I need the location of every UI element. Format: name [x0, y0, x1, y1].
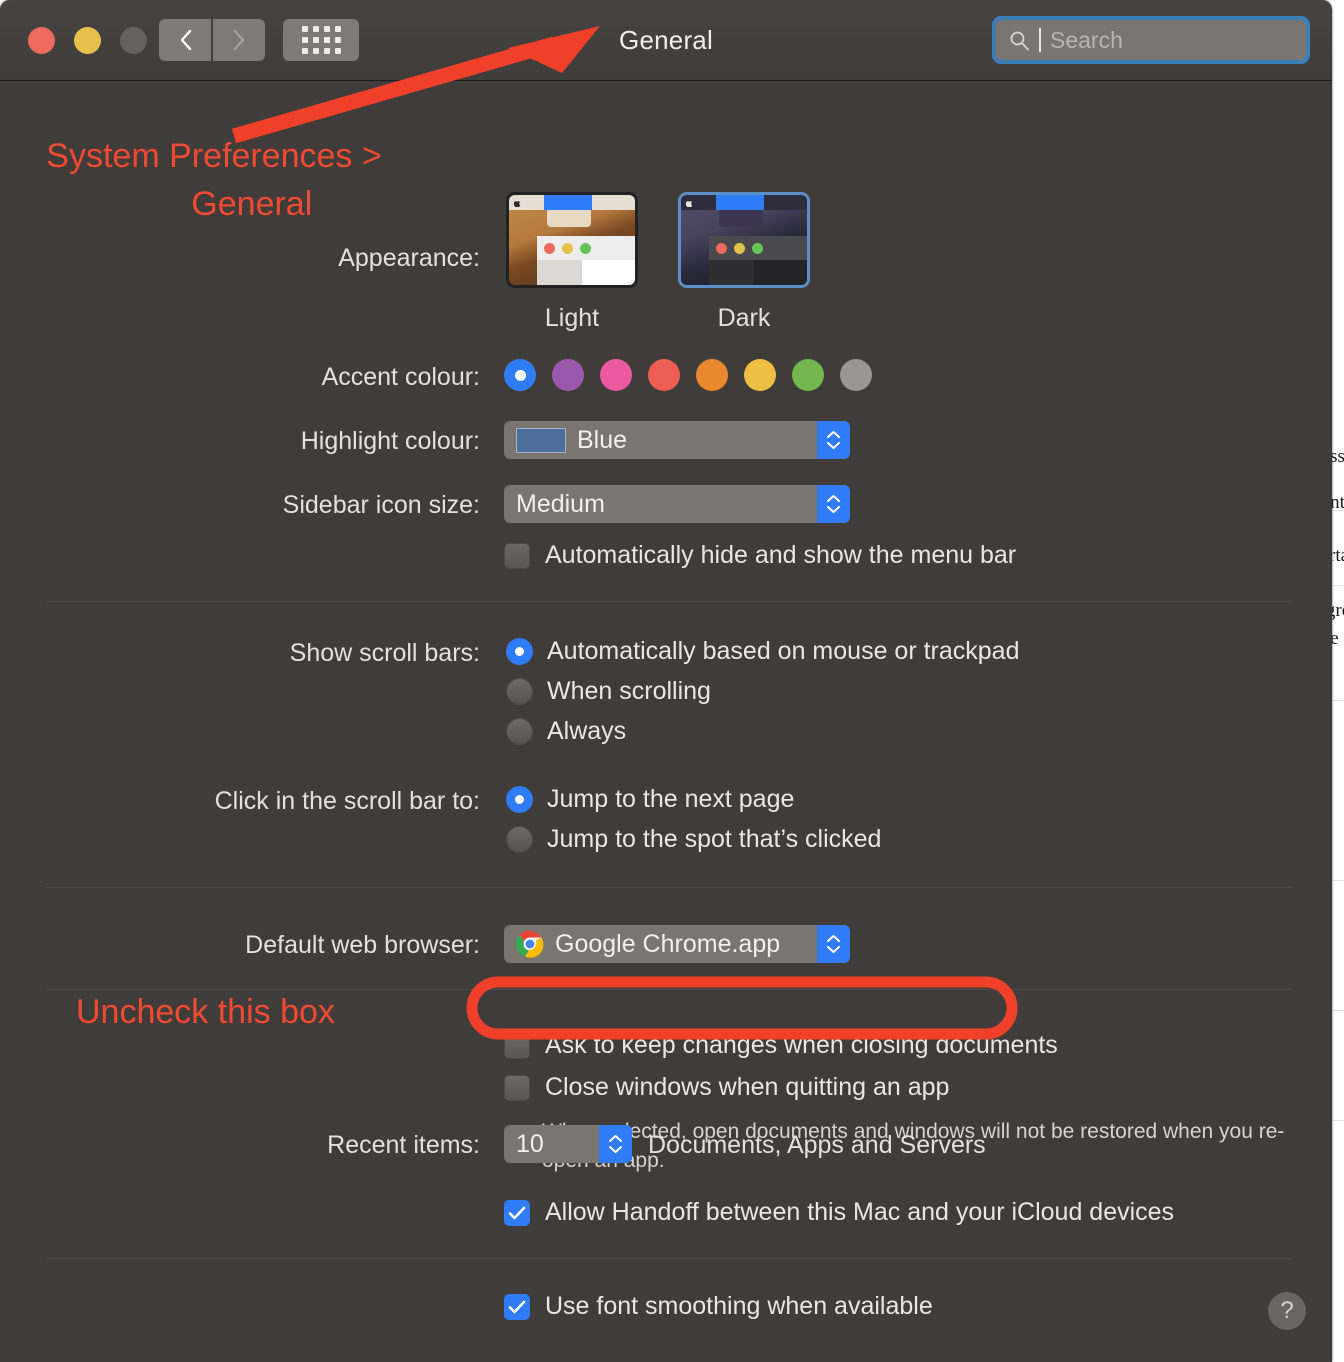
font-smoothing-row[interactable]: Use font smoothing when available — [504, 1292, 933, 1321]
background-document: discussio presentat importan backgrou be… — [1330, 0, 1344, 1362]
close-windows-row[interactable]: Close windows when quitting an app — [504, 1073, 949, 1102]
click-scroll-bar-label: Click in the scroll bar to: — [214, 787, 480, 815]
checkmark-icon — [508, 1206, 526, 1219]
handoff-row[interactable]: Allow Handoff between this Mac and your … — [504, 1198, 1174, 1227]
divider-4 — [46, 1258, 1292, 1259]
recent-items-value: 10 — [516, 1129, 544, 1158]
highlight-colour-value: Blue — [577, 425, 628, 454]
default-browser-label: Default web browser: — [245, 931, 480, 959]
accent-swatch-graphite[interactable] — [840, 359, 872, 391]
window-titlebar: General Search — [0, 0, 1332, 81]
show-scroll-bars-label: Show scroll bars: — [289, 639, 480, 667]
annotation-title-note: System Preferences > General — [46, 137, 382, 223]
font-smoothing-label: Use font smoothing when available — [545, 1292, 933, 1320]
dark-label: Dark — [717, 304, 771, 332]
appearance-label: Appearance: — [338, 244, 480, 272]
sidebar-icon-size-label: Sidebar icon size: — [282, 491, 480, 519]
search-placeholder: Search — [1050, 26, 1123, 53]
recent-items-popup[interactable]: 10 — [504, 1125, 632, 1163]
click-scroll-label-next-page: Jump to the next page — [547, 785, 795, 813]
divider-2 — [46, 887, 1292, 888]
appearance-option-light[interactable]: Light — [506, 192, 638, 333]
click-scroll-radio-next-page[interactable] — [506, 786, 533, 813]
scroll-bars-label-always: Always — [547, 717, 627, 745]
accent-swatch-purple[interactable] — [552, 359, 584, 391]
light-label: Light — [544, 304, 600, 332]
accent-colour-swatches — [504, 359, 872, 391]
highlight-colour-swatch — [516, 427, 566, 453]
dark-thumbnail[interactable] — [678, 192, 810, 288]
accent-swatch-green[interactable] — [792, 359, 824, 391]
click-scroll-radio-spot-clicked[interactable] — [506, 826, 533, 853]
ask-keep-changes-row[interactable]: Ask to keep changes when closing documen… — [504, 1031, 1058, 1060]
scroll-bars-radio-always[interactable] — [506, 718, 533, 745]
accent-swatch-orange[interactable] — [696, 359, 728, 391]
apple-icon — [685, 201, 693, 207]
auto-hide-menu-bar-label: Automatically hide and show the menu bar — [545, 541, 1017, 569]
scroll-bars-radio-when-scrolling[interactable] — [506, 678, 533, 705]
general-pane: Appearance: Light Dark Accent colour: Hi… — [0, 81, 1332, 1362]
accent-swatch-pink[interactable] — [600, 359, 632, 391]
chrome-icon — [516, 930, 544, 958]
light-thumbnail[interactable] — [506, 192, 638, 288]
scroll-bars-option-auto[interactable]: Automatically based on mouse or trackpad — [506, 637, 1019, 666]
ask-keep-changes-label: Ask to keep changes when closing documen… — [545, 1031, 1058, 1059]
divider-1 — [46, 601, 1292, 602]
apple-icon — [513, 201, 521, 207]
appearance-options: Light Dark — [506, 192, 810, 333]
ask-keep-changes-checkbox[interactable] — [504, 1032, 530, 1059]
default-browser-popup[interactable]: Google Chrome.app — [504, 925, 850, 963]
recent-items-stepper-icon — [599, 1125, 632, 1163]
default-browser-value: Google Chrome.app — [555, 929, 781, 958]
recent-items-label: Recent items: — [327, 1131, 480, 1159]
scroll-bars-label-auto: Automatically based on mouse or trackpad — [547, 637, 1020, 665]
accent-swatch-blue[interactable] — [504, 359, 536, 391]
annotation-checkbox-note: Uncheck this box — [76, 993, 335, 1031]
highlight-colour-popup[interactable]: Blue — [504, 421, 850, 459]
scroll-bars-option-when-scrolling[interactable]: When scrolling — [506, 677, 711, 706]
accent-swatch-red[interactable] — [648, 359, 680, 391]
search-icon — [1010, 31, 1029, 50]
handoff-checkbox[interactable] — [504, 1199, 530, 1226]
scroll-bars-label-when-scrolling: When scrolling — [547, 677, 711, 705]
scroll-bars-radio-auto[interactable] — [506, 638, 533, 665]
checkmark-icon — [508, 1300, 526, 1313]
appearance-option-dark[interactable]: Dark — [678, 192, 810, 333]
font-smoothing-checkbox[interactable] — [504, 1293, 530, 1320]
click-scroll-label-spot-clicked: Jump to the spot that’s clicked — [547, 825, 882, 853]
sidebar-icon-size-popup[interactable]: Medium — [504, 485, 850, 523]
sidebar-icon-size-value: Medium — [516, 489, 605, 518]
auto-hide-menu-bar-row[interactable]: Automatically hide and show the menu bar — [504, 541, 1016, 570]
highlight-colour-label: Highlight colour: — [300, 427, 480, 455]
close-windows-checkbox[interactable] — [504, 1074, 530, 1101]
scroll-bars-option-always[interactable]: Always — [506, 717, 626, 746]
accent-colour-label: Accent colour: — [321, 363, 480, 391]
text-cursor — [1039, 28, 1041, 52]
recent-items-suffix: Documents, Apps and Servers — [648, 1131, 986, 1159]
click-scroll-option-next-page[interactable]: Jump to the next page — [506, 785, 794, 814]
highlight-colour-stepper-icon — [817, 421, 850, 459]
search-field[interactable]: Search — [992, 16, 1310, 64]
click-scroll-option-spot-clicked[interactable]: Jump to the spot that’s clicked — [506, 825, 881, 854]
auto-hide-menu-bar-checkbox[interactable] — [504, 542, 530, 569]
help-button[interactable]: ? — [1268, 1292, 1306, 1330]
handoff-label: Allow Handoff between this Mac and your … — [545, 1198, 1175, 1226]
sidebar-icon-size-stepper-icon — [817, 485, 850, 523]
default-browser-stepper-icon — [817, 925, 850, 963]
close-windows-label: Close windows when quitting an app — [545, 1073, 950, 1101]
accent-swatch-yellow[interactable] — [744, 359, 776, 391]
